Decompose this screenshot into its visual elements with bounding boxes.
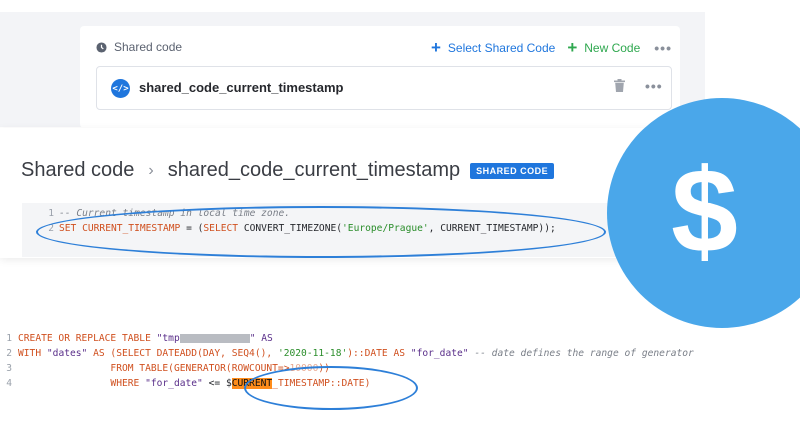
sql-identifier: "tmp: [156, 333, 180, 344]
redacted-block: [179, 333, 250, 343]
shared-code-badge: SHARED CODE: [470, 162, 555, 179]
code-keyword: SELECT: [203, 223, 239, 234]
sql-identifier: "for_date": [145, 378, 203, 389]
sql-line: 4 WHERE "for_date" <= $CURRENT_TIMESTAMP…: [0, 378, 370, 392]
item-more-icon[interactable]: •••: [645, 78, 663, 94]
sql-keyword: _TIMESTAMP::DATE): [272, 378, 371, 389]
sql-keyword: )): [318, 363, 330, 374]
sql-identifier: "for_date": [410, 348, 469, 359]
dollar-sign: $: [671, 144, 738, 278]
search-highlight: CURRENT: [231, 378, 273, 389]
breadcrumb-current: shared_code_current_timestamp: [167, 159, 461, 181]
line-number: 2: [6, 348, 12, 359]
card-actions: + Select Shared Code + New Code •••: [419, 38, 672, 57]
code-line: 1 -- Current timestamp in local time zone…: [22, 208, 290, 222]
card-header: Shared code + Select Shared Code + New C…: [96, 38, 672, 58]
code-comment: -- Current timestamp in local time zone.: [59, 208, 291, 219]
code-text: , CURRENT_TIMESTAMP));: [428, 223, 556, 234]
shared-code-item-name[interactable]: shared_code_current_timestamp: [139, 80, 343, 95]
sql-identifier: "dates": [46, 348, 88, 359]
breadcrumb: Shared code › shared_code_current_timest…: [21, 159, 555, 182]
sql-line: 3 FROM TABLE(GENERATOR(ROWCOUNT=>10000)): [0, 363, 330, 377]
select-shared-code-button[interactable]: + Select Shared Code: [430, 38, 556, 57]
code-text: CONVERT_TIMEZONE(: [238, 223, 343, 234]
sql-keyword: AS (SELECT DATEADD(DAY, SEQ4(),: [87, 348, 278, 359]
sql-keyword: CREATE OR REPLACE TABLE: [18, 333, 157, 344]
new-code-label: New Code: [584, 41, 641, 55]
line-number: 1: [48, 208, 54, 219]
code-keyword: SET CURRENT_TIMESTAMP: [59, 223, 181, 234]
line-number: 4: [6, 378, 12, 389]
card-title: Shared code: [96, 40, 182, 54]
select-shared-code-label: Select Shared Code: [447, 41, 556, 55]
plus-icon: +: [430, 38, 441, 57]
sql-keyword: WHERE: [18, 378, 146, 389]
trash-icon[interactable]: [614, 79, 625, 92]
sql-number: 10000: [289, 363, 319, 374]
plus-icon: +: [567, 38, 578, 57]
sql-keyword: FROM TABLE(GENERATOR(ROWCOUNT=>: [18, 363, 290, 374]
sql-keyword: )::DATE AS: [347, 348, 411, 359]
sql-query-block: 1 CREATE OR REPLACE TABLE "tmp " AS 2 WITH …: [0, 330, 800, 400]
breadcrumb-separator: ›: [148, 161, 154, 179]
sql-string: '2020-11-18': [277, 348, 348, 359]
line-number: 3: [6, 363, 12, 374]
line-number: 1: [6, 333, 12, 344]
sql-keyword: WITH: [18, 348, 47, 359]
sql-comment: -- date defines the range of generator: [468, 348, 694, 359]
shared-code-card: Shared code + Select Shared Code + New C…: [80, 26, 680, 128]
line-number: 2: [48, 223, 54, 234]
sql-operator: <= $: [202, 378, 232, 389]
new-code-button[interactable]: + New Code: [567, 38, 641, 57]
card-more-icon[interactable]: •••: [654, 40, 672, 56]
sql-identifier: " AS: [249, 333, 273, 344]
breadcrumb-root[interactable]: Shared code: [21, 159, 134, 182]
code-line: 2 SET CURRENT_TIMESTAMP = (SELECT CONVERT…: [22, 223, 556, 237]
card-title-text: Shared code: [114, 40, 183, 54]
code-string: 'Europe/Prague': [342, 223, 429, 234]
clock-icon: [96, 41, 107, 53]
sql-line: 1 CREATE OR REPLACE TABLE "tmp " AS: [0, 333, 273, 347]
sql-line: 2 WITH "dates" AS (SELECT DATEADD(DAY, SE…: [0, 348, 694, 362]
shared-code-item[interactable]: </> shared_code_current_timestamp •••: [96, 66, 672, 110]
code-text: = (: [180, 223, 204, 234]
code-icon: </>: [111, 79, 130, 98]
